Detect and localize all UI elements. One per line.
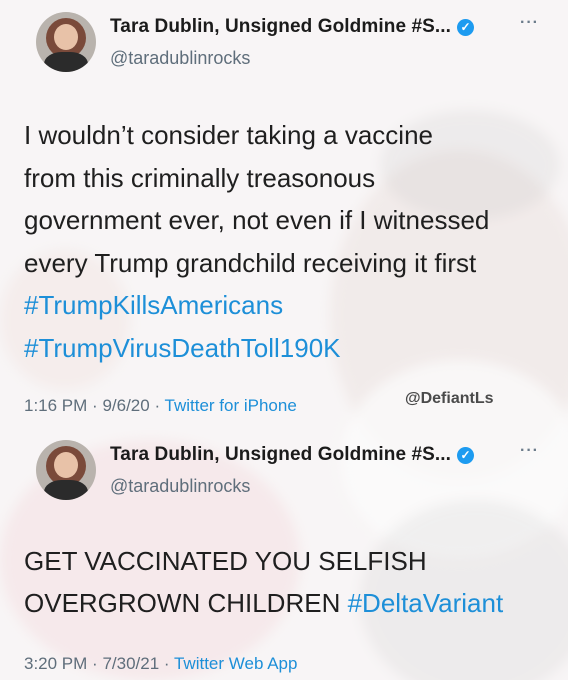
tweet-time[interactable]: 3:20 PM bbox=[24, 654, 87, 673]
author-row: Tara Dublin, Unsigned Goldmine #S... ✓ bbox=[110, 444, 475, 466]
tweet-date[interactable]: 7/30/21 bbox=[102, 654, 159, 673]
author-handle[interactable]: @taradublinrocks bbox=[110, 48, 250, 69]
tweet-text: GET VACCINATED YOU SELFISH OVERGROWN CHI… bbox=[24, 540, 554, 624]
tweet-text-line: GET VACCINATED YOU SELFISH bbox=[24, 546, 427, 576]
tweet-text: I wouldn’t consider taking a vaccine fro… bbox=[24, 114, 554, 369]
tweet-text-segment: OVERGROWN CHILDREN bbox=[24, 588, 341, 618]
avatar[interactable] bbox=[36, 12, 96, 72]
author-name[interactable]: Tara Dublin, Unsigned Goldmine #S... bbox=[110, 16, 451, 38]
separator-dot: · bbox=[154, 396, 165, 415]
author-name[interactable]: Tara Dublin, Unsigned Goldmine #S... bbox=[110, 444, 451, 466]
separator-dot: · bbox=[92, 396, 103, 415]
author-row: Tara Dublin, Unsigned Goldmine #S... ✓ bbox=[110, 16, 475, 38]
tweet-source-link[interactable]: Twitter Web App bbox=[174, 654, 297, 673]
tweet-text-line: every Trump grandchild receiving it firs… bbox=[24, 247, 477, 278]
verified-badge-icon: ✓ bbox=[457, 18, 475, 36]
tweet-date[interactable]: 9/6/20 bbox=[102, 396, 149, 415]
separator-dot: · bbox=[92, 654, 103, 673]
hashtag-link[interactable]: #DeltaVariant bbox=[348, 588, 504, 618]
author-handle[interactable]: @taradublinrocks bbox=[110, 476, 250, 497]
verified-badge-icon: ✓ bbox=[457, 446, 475, 464]
more-options-icon[interactable]: ··· bbox=[520, 14, 539, 32]
tweet-text-line: OVERGROWN CHILDREN #DeltaVariant bbox=[24, 582, 554, 624]
more-options-icon[interactable]: ··· bbox=[520, 442, 539, 460]
tweet-meta: 3:20 PM · 7/30/21 · Twitter Web App bbox=[24, 654, 297, 674]
tweet-text-line: government ever, not even if I witnessed bbox=[24, 205, 490, 235]
avatar[interactable] bbox=[36, 440, 96, 500]
hashtag-link[interactable]: #TrumpKillsAmericans bbox=[24, 284, 554, 327]
watermark: @DefiantLs bbox=[405, 390, 494, 407]
tweet-time[interactable]: 1:16 PM bbox=[24, 396, 87, 415]
tweet-text-line: I wouldn’t consider taking a vaccine bbox=[24, 120, 434, 150]
hashtag-link[interactable]: #TrumpVirusDeathToll190K bbox=[24, 327, 554, 370]
separator-dot: · bbox=[163, 654, 174, 673]
tweet-text-line: from this criminally treasonous bbox=[24, 162, 376, 193]
tweet-source-link[interactable]: Twitter for iPhone bbox=[165, 396, 297, 415]
tweet-meta: 1:16 PM · 9/6/20 · Twitter for iPhone bbox=[24, 396, 297, 416]
